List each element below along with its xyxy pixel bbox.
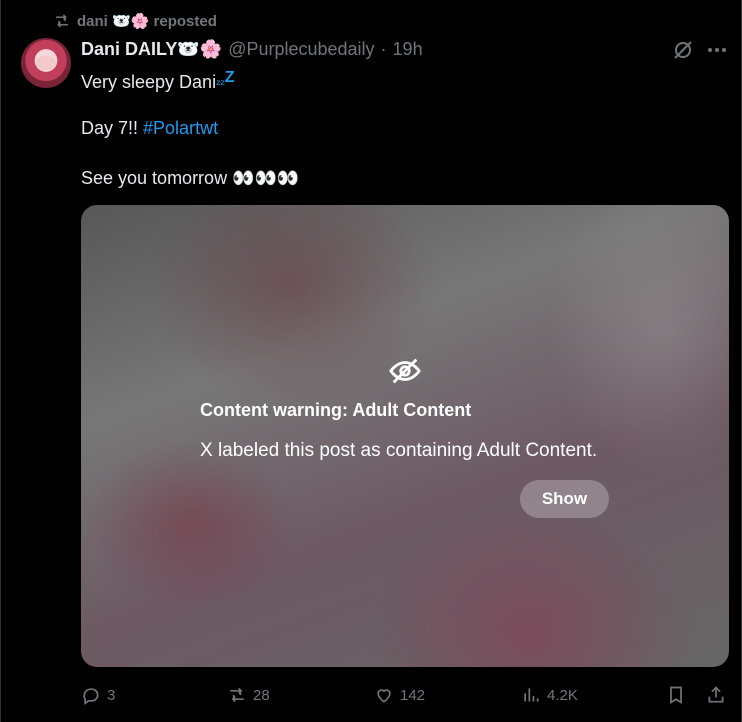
author-name[interactable]: Dani DAILY🐻‍❄️🌸 [81,39,222,60]
reply-count: 3 [107,686,116,704]
author-handle[interactable]: @Purplecubedaily [228,39,374,60]
repost-line[interactable]: dani 🐻‍❄️🌸 reposted [53,10,217,32]
grok-icon[interactable] [671,38,695,62]
repost-button[interactable]: 28 [227,681,270,709]
separator: · [380,38,387,59]
more-icon[interactable] [705,38,729,62]
post-header: Dani DAILY🐻‍❄️🌸 @Purplecubedaily · 19h [81,38,423,60]
hashtag-link[interactable]: #Polartwt [143,118,218,138]
like-icon [377,689,391,703]
post-line-1: Very sleepy DaniᶻᶻZ [81,69,235,92]
hide-icon [389,358,421,384]
reply-icon [83,688,99,705]
post-line-2: Day 7!! #Polartwt [81,118,219,138]
avatar[interactable] [21,38,71,88]
share-button[interactable] [706,681,726,709]
post-text: Very sleepy DaniᶻᶻZ Day 7!! #Polartwt Se… [81,66,721,190]
bookmark-icon [670,686,682,705]
bookmark-button[interactable] [666,681,686,709]
views-count: 4.2K [547,686,578,704]
repost-icon [230,687,244,703]
content-warning-title: Content warning: Adult Content [200,400,472,420]
reply-button[interactable]: 3 [81,681,115,709]
show-button[interactable]: Show [520,480,609,518]
content-warning-description: X labeled this post as containing Adult … [200,440,598,461]
post-time[interactable]: 19h [393,39,423,60]
repost-icon [56,14,68,28]
like-count: 142 [400,686,426,704]
views-button[interactable]: 4.2K [521,681,578,709]
zzz-emoji: ᶻᶻZ [216,69,235,91]
repost-label: dani 🐻‍❄️🌸 reposted [77,13,217,30]
repost-count: 28 [253,686,270,704]
share-icon [708,686,724,703]
post-frame: dani 🐻‍❄️🌸 reposted Dani DAILY🐻‍❄️🌸 @Pur… [0,0,742,722]
views-icon [524,688,539,702]
media-warning-card: Content warning: Adult Content X labeled… [81,205,729,667]
like-button[interactable]: 142 [374,681,425,709]
post-line-3: See you tomorrow 👀👀👀 [81,168,300,188]
post-actions: 3 28 142 4.2K [81,681,741,709]
